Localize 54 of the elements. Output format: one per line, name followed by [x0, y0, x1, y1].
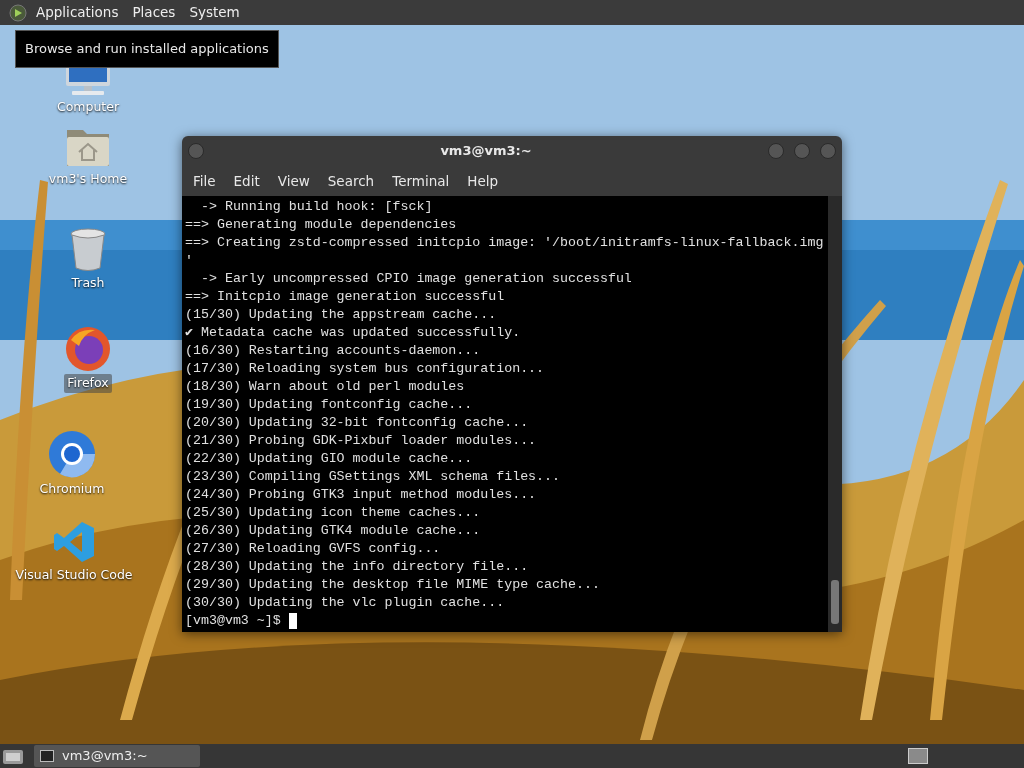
shell-prompt: [vm3@vm3 ~]$ — [185, 612, 281, 630]
terminal-line: (26/30) Updating GTK4 module cache... — [185, 522, 481, 540]
panel-menu[interactable]: System — [183, 2, 246, 23]
text-cursor — [288, 613, 297, 629]
terminal-line: ==> Generating module dependencies — [185, 216, 457, 234]
terminal-line: (19/30) Updating fontconfig cache... — [185, 396, 473, 414]
terminal-line: ' — [185, 252, 193, 270]
terminal-line: (21/30) Probing GDK-Pixbuf loader modules... — [185, 432, 537, 450]
desktop-icon-label[interactable]: Visual Studio Code — [12, 566, 136, 585]
terminal-line: (15/30) Updating the appstream cache... — [185, 306, 497, 324]
terminal-line: (16/30) Restarting accounts-daemon... — [185, 342, 481, 360]
terminal-line: (24/30) Probing GTK3 input method modules... — [185, 486, 537, 504]
panel-menu[interactable]: Places — [126, 2, 182, 23]
desktop-icon-label[interactable]: Firefox — [64, 374, 112, 393]
terminal-line: ✔ Metadata cache was updated successfully. — [185, 324, 521, 342]
show-desktop-icon[interactable] — [2, 747, 24, 765]
terminal-line: -> Running build hook: [fsck] — [199, 198, 433, 216]
launcher-icon[interactable] — [8, 2, 28, 23]
terminal-line: ==> Initcpio image generation successful — [185, 288, 505, 306]
menu-item[interactable]: File — [186, 170, 223, 192]
home-folder-icon — [65, 128, 111, 168]
code-editor-icon — [52, 520, 96, 564]
terminal-line: (17/30) Reloading system bus configuration... — [185, 360, 545, 378]
close-button[interactable] — [820, 143, 836, 159]
workspace-switcher[interactable] — [908, 748, 928, 764]
terminal-line: (25/30) Updating icon theme caches... — [185, 504, 481, 522]
terminal-icon — [40, 750, 54, 762]
maximize-button[interactable] — [794, 143, 810, 159]
terminal-line: ==> Creating zstd-compressed initcpio image: '/boot/initramfs-linux-fallback.img — [185, 234, 824, 252]
trash-icon — [69, 228, 107, 272]
terminal-line: (23/30) Compiling GSettings XML schema files... — [185, 468, 561, 486]
taskbar-task[interactable]: vm3@vm3:~ — [34, 745, 200, 767]
terminal-line: -> Early uncompressed CPIO image generation successful — [199, 270, 632, 288]
terminal-line: (30/30) Updating the vlc plugin cache... — [185, 594, 505, 612]
terminal-line: (28/30) Updating the info directory file... — [185, 558, 529, 576]
terminal-line: (29/30) Updating the desktop file MIME type cache... — [185, 576, 600, 594]
menu-item[interactable]: View — [270, 170, 317, 192]
window-menu-button[interactable] — [188, 143, 204, 159]
window-title: vm3@vm3:~ — [439, 142, 533, 161]
firefox-icon — [65, 326, 111, 372]
panel-menu[interactable]: Applications — [30, 2, 125, 23]
tooltip: Browse and run installed applications — [15, 30, 279, 68]
terminal-line: (22/30) Updating GIO module cache... — [185, 450, 473, 468]
minimize-button[interactable] — [768, 143, 784, 159]
terminal-line: (20/30) Updating 32-bit fontconfig cache... — [185, 414, 529, 432]
menu-item[interactable]: Help — [460, 170, 506, 192]
menu-item[interactable]: Edit — [226, 170, 267, 192]
desktop-icon-label[interactable]: Trash — [68, 274, 108, 293]
menu-item[interactable]: Terminal — [385, 170, 457, 192]
scrollbar[interactable] — [828, 196, 842, 632]
terminal-line: (18/30) Warn about old perl modules — [185, 378, 465, 396]
menu-item[interactable]: Search — [320, 170, 382, 192]
chromium-icon — [48, 430, 96, 478]
terminal-line: (27/30) Reloading GVFS config... — [185, 540, 441, 558]
